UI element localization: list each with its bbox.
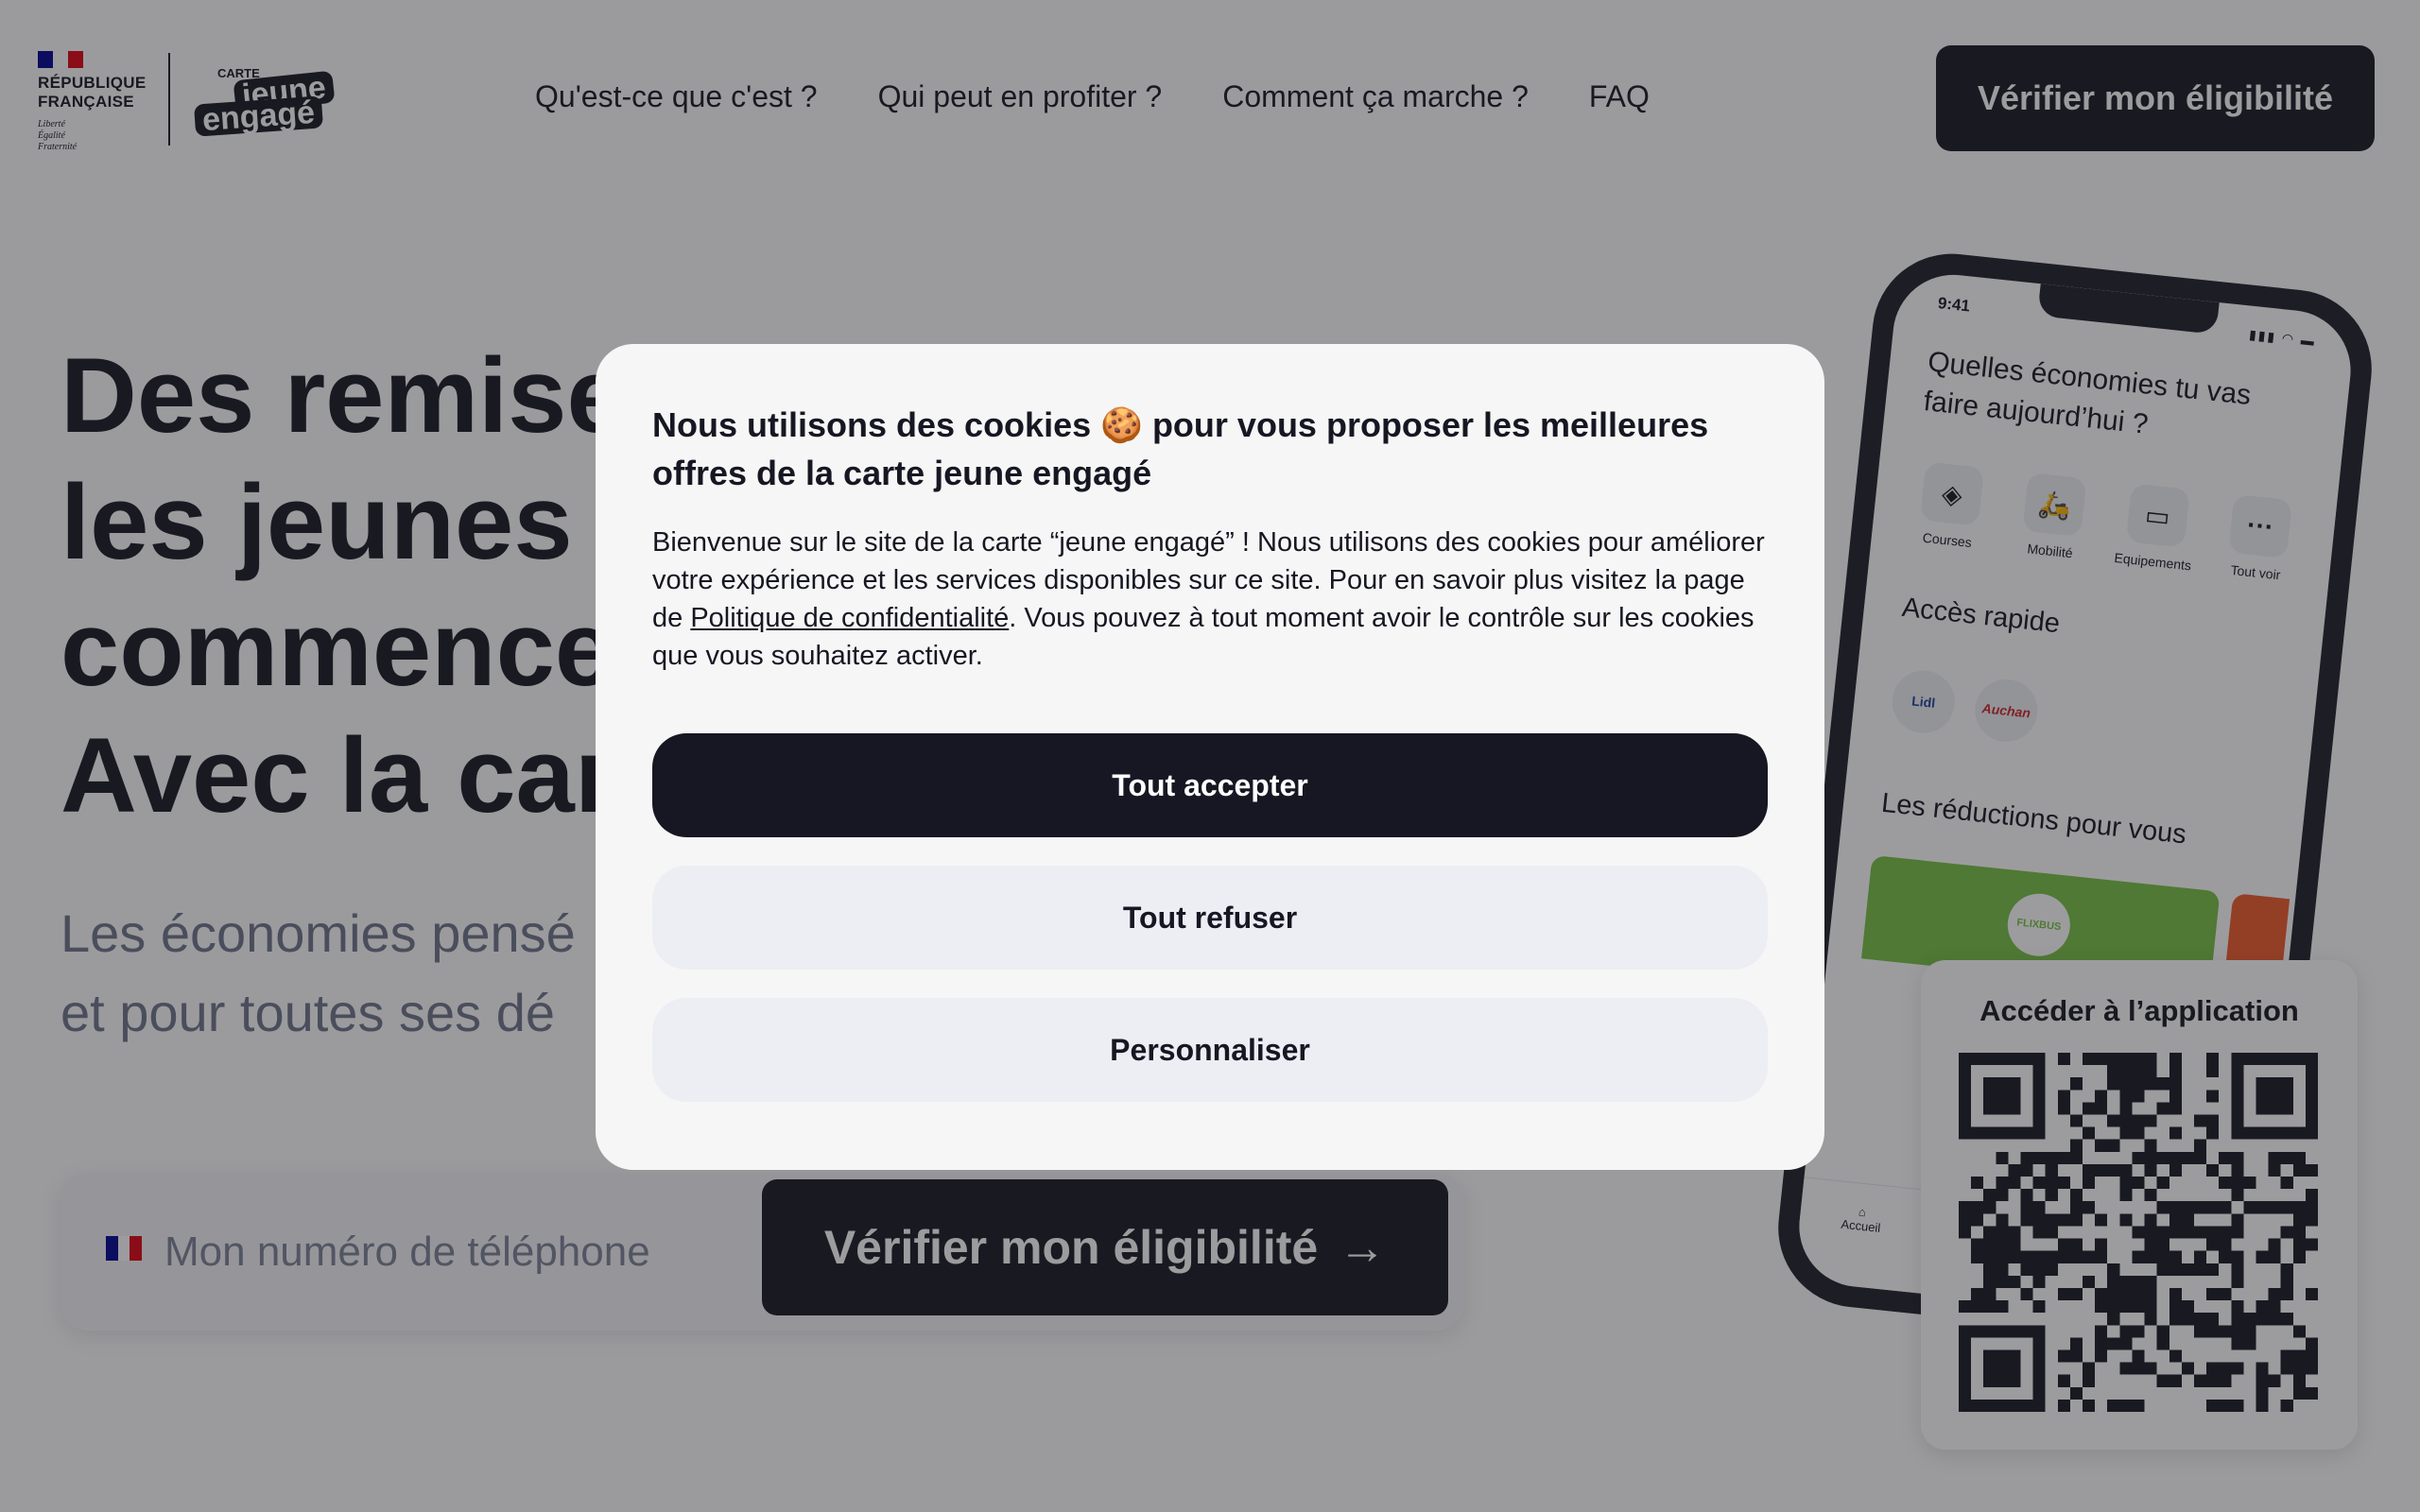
cookie-modal-title: Nous utilisons des cookies 🍪 pour vous p… xyxy=(652,405,1709,492)
landing-page: RÉPUBLIQUE FRANÇAISE Liberté Égalité Fra… xyxy=(0,0,2420,1512)
customize-button[interactable]: Personnaliser xyxy=(652,998,1768,1102)
cookie-consent-modal: Nous utilisons des cookies 🍪 pour vous p… xyxy=(596,344,1824,1170)
cookie-modal-body: Bienvenue sur le site de la carte “jeune… xyxy=(652,527,1765,671)
refuse-all-button[interactable]: Tout refuser xyxy=(652,866,1768,970)
accept-all-button[interactable]: Tout accepter xyxy=(652,733,1768,837)
privacy-policy-link[interactable]: Politique de confidentialité xyxy=(690,603,1009,633)
